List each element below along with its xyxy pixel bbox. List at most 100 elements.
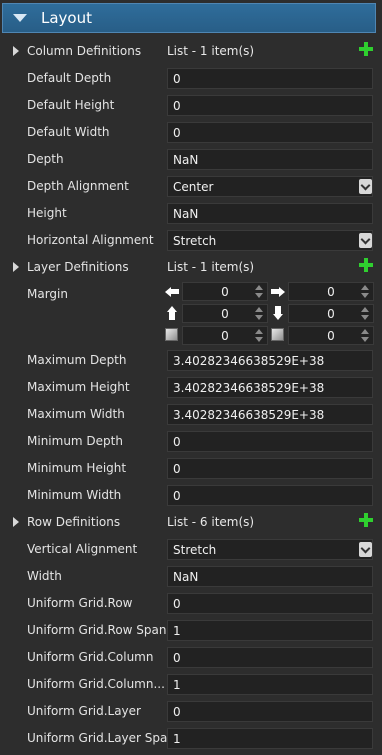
property-label: Margin — [27, 287, 68, 301]
row-depth-alignment: Depth Alignment Center — [0, 173, 382, 200]
row-uniform-grid-column-span: Uniform Grid.Column... 1 — [0, 671, 382, 698]
add-plus-icon[interactable] — [358, 257, 374, 273]
margin-left-input[interactable]: 0 — [182, 282, 268, 301]
row-layer-definitions: Layer Definitions List - 1 item(s) — [0, 254, 382, 281]
row-column-definitions: Column Definitions List - 1 item(s) — [0, 38, 382, 65]
row-uniform-grid-layer: Uniform Grid.Layer 0 — [0, 698, 382, 725]
default-depth-input[interactable]: 0 — [167, 68, 373, 89]
property-label: Width — [27, 569, 62, 583]
uniform-grid-layer-input[interactable]: 0 — [167, 701, 373, 722]
property-label: Layer Definitions — [27, 260, 129, 274]
margin-left-value: 0 — [221, 285, 229, 299]
margin-top-cell: 0 — [165, 304, 269, 323]
property-label: Uniform Grid.Layer — [27, 704, 141, 718]
spinner-icon[interactable] — [255, 306, 263, 321]
property-label: Uniform Grid.Column... — [27, 677, 165, 691]
vertical-alignment-select[interactable]: Stretch — [167, 539, 373, 560]
row-horizontal-alignment: Horizontal Alignment Stretch — [0, 227, 382, 254]
margin-top-input[interactable]: 0 — [182, 304, 268, 323]
property-label: Default Width — [27, 125, 110, 139]
margin-bottom-cell: 0 — [271, 304, 375, 323]
layout-section-header[interactable]: Layout — [2, 3, 376, 33]
row-maximum-width: Maximum Width 3.40282346638529E+38 — [0, 401, 382, 428]
depth-input[interactable]: NaN — [167, 149, 373, 170]
spinner-icon[interactable] — [361, 328, 369, 343]
property-label: Uniform Grid.Row Span — [27, 623, 167, 637]
margin-bottom-value: 0 — [327, 307, 335, 321]
property-label: Uniform Grid.Row — [27, 596, 133, 610]
maximum-width-input[interactable]: 3.40282346638529E+38 — [167, 404, 373, 425]
property-label: Maximum Height — [27, 380, 130, 394]
section-title: Layout — [41, 9, 92, 27]
minimum-height-input[interactable]: 0 — [167, 458, 373, 479]
row-uniform-grid-row: Uniform Grid.Row 0 — [0, 590, 382, 617]
cube-front-icon — [165, 328, 178, 341]
minimum-depth-input[interactable]: 0 — [167, 431, 373, 452]
property-label: Maximum Width — [27, 407, 125, 421]
maximum-depth-input[interactable]: 3.40282346638529E+38 — [167, 350, 373, 371]
margin-back-value: 0 — [327, 329, 335, 343]
row-width: Width NaN — [0, 563, 382, 590]
row-maximum-depth: Maximum Depth 3.40282346638529E+38 — [0, 347, 382, 374]
row-row-definitions: Row Definitions List - 6 item(s) — [0, 509, 382, 536]
select-value: Stretch — [173, 234, 217, 248]
spinner-icon[interactable] — [255, 284, 263, 299]
property-label: Minimum Width — [27, 488, 122, 502]
select-value: Stretch — [173, 543, 217, 557]
select-value: Center — [173, 180, 214, 194]
arrow-up-icon — [165, 306, 179, 320]
spinner-icon[interactable] — [361, 306, 369, 321]
chevron-down-icon[interactable] — [359, 542, 372, 557]
property-label: Horizontal Alignment — [27, 233, 154, 247]
property-label: Row Definitions — [27, 515, 121, 529]
property-label: Maximum Depth — [27, 353, 127, 367]
margin-front-input[interactable]: 0 — [182, 326, 268, 345]
expand-triangle-icon[interactable] — [13, 46, 19, 56]
row-depth: Depth NaN — [0, 146, 382, 173]
margin-front-cell: 0 — [165, 326, 269, 345]
property-label: Column Definitions — [27, 44, 142, 58]
arrow-right-icon — [271, 284, 285, 298]
margin-back-cell: 0 — [271, 326, 375, 345]
margin-editor: 0 0 0 0 0 0 — [165, 282, 375, 346]
spinner-icon[interactable] — [361, 284, 369, 299]
minimum-width-input[interactable]: 0 — [167, 485, 373, 506]
row-maximum-height: Maximum Height 3.40282346638529E+38 — [0, 374, 382, 401]
margin-back-input[interactable]: 0 — [288, 326, 374, 345]
property-label: Depth Alignment — [27, 179, 129, 193]
expand-triangle-icon[interactable] — [13, 262, 19, 272]
maximum-height-input[interactable]: 3.40282346638529E+38 — [167, 377, 373, 398]
add-plus-icon[interactable] — [358, 512, 374, 528]
row-default-height: Default Height 0 — [0, 92, 382, 119]
property-label: Minimum Depth — [27, 434, 123, 448]
property-label: Uniform Grid.Layer Span — [27, 731, 175, 745]
spinner-icon[interactable] — [255, 328, 263, 343]
margin-right-cell: 0 — [271, 282, 375, 301]
horizontal-alignment-select[interactable]: Stretch — [167, 230, 373, 251]
default-height-input[interactable]: 0 — [167, 95, 373, 116]
chevron-down-icon[interactable] — [359, 179, 372, 194]
depth-alignment-select[interactable]: Center — [167, 176, 373, 197]
height-input[interactable]: NaN — [167, 203, 373, 224]
row-default-width: Default Width 0 — [0, 119, 382, 146]
expand-triangle-icon[interactable] — [13, 517, 19, 527]
margin-front-value: 0 — [221, 329, 229, 343]
row-uniform-grid-column: Uniform Grid.Column 0 — [0, 644, 382, 671]
uniform-grid-column-span-input[interactable]: 1 — [167, 674, 373, 695]
uniform-grid-row-input[interactable]: 0 — [167, 593, 373, 614]
margin-bottom-input[interactable]: 0 — [288, 304, 374, 323]
property-label: Default Depth — [27, 71, 112, 85]
default-width-input[interactable]: 0 — [167, 122, 373, 143]
property-label: Height — [27, 206, 67, 220]
list-summary: List - 1 item(s) — [167, 260, 255, 274]
row-uniform-grid-row-span: Uniform Grid.Row Span 1 — [0, 617, 382, 644]
uniform-grid-row-span-input[interactable]: 1 — [167, 620, 373, 641]
width-input[interactable]: NaN — [167, 566, 373, 587]
property-label: Depth — [27, 152, 64, 166]
chevron-down-icon[interactable] — [359, 233, 372, 248]
add-plus-icon[interactable] — [358, 41, 374, 57]
margin-right-input[interactable]: 0 — [288, 282, 374, 301]
uniform-grid-column-input[interactable]: 0 — [167, 647, 373, 668]
collapse-triangle-icon[interactable] — [13, 14, 27, 22]
uniform-grid-layer-span-input[interactable]: 1 — [167, 728, 373, 749]
